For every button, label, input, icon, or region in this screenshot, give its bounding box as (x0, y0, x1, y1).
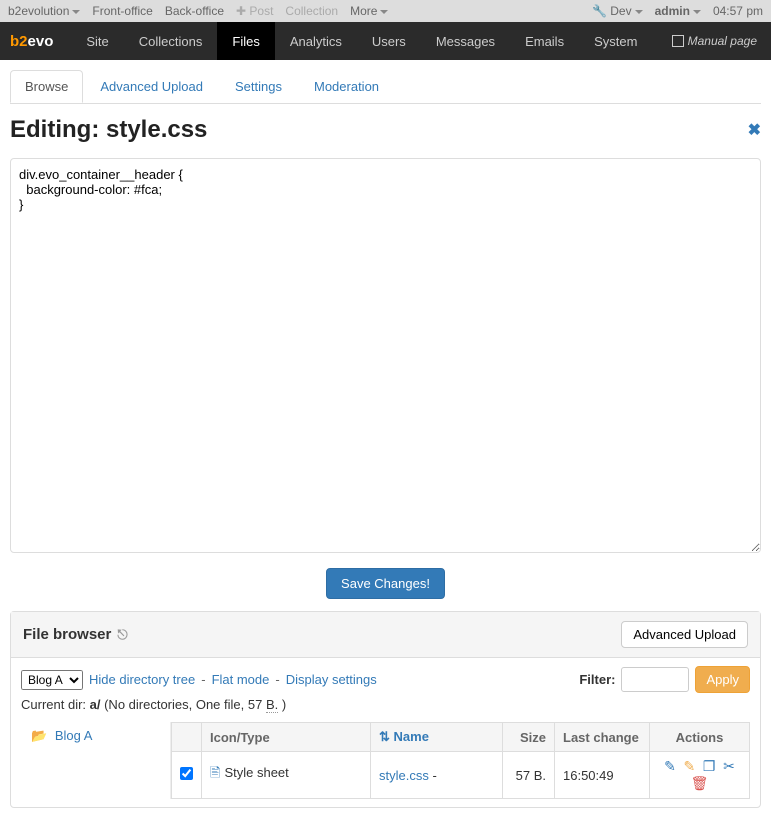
user-menu[interactable]: admin (655, 4, 701, 18)
new-post-link[interactable]: ✚ Post (236, 4, 273, 18)
tree-root-link[interactable]: Blog A (55, 728, 93, 743)
logo[interactable]: b2evo (10, 22, 71, 60)
nav-users[interactable]: Users (357, 22, 421, 60)
collection-link[interactable]: Collection (285, 4, 338, 18)
move-icon[interactable]: ✂ (723, 758, 735, 774)
file-icon: 🖹 (210, 765, 220, 780)
advanced-upload-button[interactable]: Advanced Upload (621, 621, 748, 648)
file-size: 57 B. (516, 768, 546, 783)
sort-icon: ⇅ (379, 729, 390, 744)
nav-analytics[interactable]: Analytics (275, 22, 357, 60)
tab-browse[interactable]: Browse (10, 70, 83, 103)
file-table: Icon/Type ⇅ Name Size Last change Action… (171, 722, 750, 799)
more-menu[interactable]: More (350, 4, 388, 18)
main-nav: b2evo Site Collections Files Analytics U… (0, 22, 771, 60)
properties-icon[interactable]: ✎ (684, 758, 696, 774)
save-button[interactable]: Save Changes! (326, 568, 445, 599)
row-actions: ✎ ✎ ❐ ✂ 🗑 (650, 752, 750, 799)
col-actions: Actions (650, 723, 750, 752)
col-checkbox (172, 723, 202, 752)
col-size: Size (503, 723, 555, 752)
clock-time: 04:57 pm (713, 4, 763, 18)
row-checkbox[interactable] (180, 767, 193, 780)
col-name[interactable]: ⇅ Name (371, 723, 503, 752)
tab-advanced-upload[interactable]: Advanced Upload (85, 70, 218, 103)
folder-icon: 📂 (31, 728, 47, 743)
front-office-link[interactable]: Front-office (92, 4, 152, 18)
hide-tree-link[interactable]: Hide directory tree (89, 672, 195, 687)
col-last-change: Last change (555, 723, 650, 752)
col-icon-type: Icon/Type (202, 723, 371, 752)
nav-system[interactable]: System (579, 22, 652, 60)
table-row: 🖹Style sheet style.css - 57 B. 16:50:49 … (172, 752, 750, 799)
file-last-change: 16:50:49 (555, 752, 650, 799)
book-icon (672, 35, 684, 47)
file-name-link[interactable]: style.css (379, 768, 429, 783)
flat-mode-link[interactable]: Flat mode (212, 672, 270, 687)
dev-menu[interactable]: 🔧 Dev (592, 4, 643, 18)
page-title: Editing: style.css (10, 116, 207, 144)
manual-page-link[interactable]: Manual page (672, 22, 771, 60)
filter-label: Filter: (579, 672, 615, 687)
apply-filter-button[interactable]: Apply (695, 666, 750, 693)
delete-icon[interactable]: 🗑 (691, 775, 709, 791)
tab-moderation[interactable]: Moderation (299, 70, 394, 103)
nav-site[interactable]: Site (71, 22, 123, 60)
nav-messages[interactable]: Messages (421, 22, 510, 60)
tab-settings[interactable]: Settings (220, 70, 297, 103)
nav-emails[interactable]: Emails (510, 22, 579, 60)
copy-icon[interactable]: ❐ (703, 758, 716, 774)
sub-tabs: Browse Advanced Upload Settings Moderati… (10, 70, 761, 104)
nav-collections[interactable]: Collections (124, 22, 218, 60)
filter-input[interactable] (621, 667, 689, 692)
display-settings-link[interactable]: Display settings (286, 672, 377, 687)
back-office-link[interactable]: Back-office (165, 4, 224, 18)
blog-select[interactable]: Blog A (21, 670, 83, 690)
break-icon: ⎋ (117, 627, 127, 643)
file-browser-title: File browser (23, 626, 111, 643)
current-dir: Current dir: a/ (No directories, One fil… (21, 697, 750, 712)
nav-files[interactable]: Files (217, 22, 274, 60)
brand-menu[interactable]: b2evolution (8, 4, 80, 18)
directory-tree: 📂 Blog A (21, 722, 171, 799)
system-bar: b2evolution Front-office Back-office ✚ P… (0, 0, 771, 22)
file-content-editor[interactable] (10, 158, 761, 553)
file-browser-panel: File browser ⎋ Advanced Upload Blog A Hi… (10, 611, 761, 808)
file-type: Style sheet (224, 765, 288, 780)
close-icon[interactable]: ✖ (748, 120, 761, 140)
edit-icon[interactable]: ✎ (664, 758, 676, 774)
